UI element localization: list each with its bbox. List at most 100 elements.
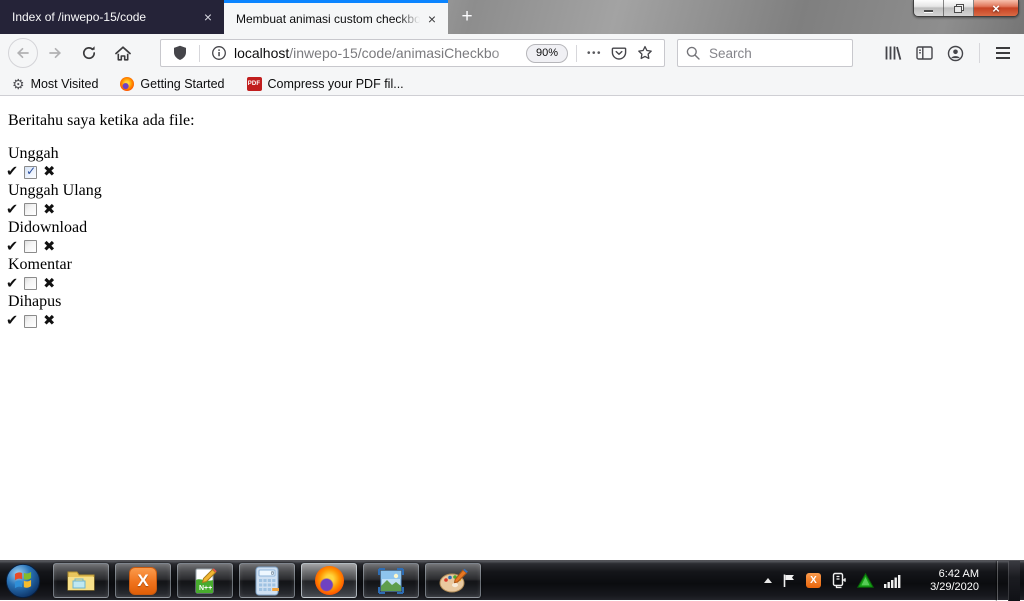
svg-text:N++: N++ bbox=[199, 585, 212, 592]
taskbar-xampp-button[interactable]: X bbox=[115, 563, 171, 598]
photo-viewer-icon bbox=[378, 567, 404, 594]
forward-button[interactable] bbox=[42, 40, 68, 66]
url-text[interactable]: localhost/inwepo-15/code/animasiCheckbo bbox=[232, 45, 524, 61]
smadav-antivirus-icon[interactable] bbox=[857, 573, 874, 588]
check-mark-icon[interactable]: ✔ bbox=[6, 164, 18, 180]
bookmark-compress-pdf[interactable]: PDF Compress your PDF fil... bbox=[246, 76, 404, 91]
svg-text:0: 0 bbox=[271, 571, 274, 577]
taskbar-calculator-button[interactable]: 0 bbox=[239, 563, 295, 598]
reload-button[interactable] bbox=[76, 40, 102, 66]
library-icon[interactable] bbox=[884, 45, 902, 61]
page-actions-icon[interactable]: ••• bbox=[587, 48, 602, 59]
power-plug-icon[interactable] bbox=[831, 572, 847, 589]
tab-close-icon[interactable]: × bbox=[200, 9, 216, 25]
tab-title: Membuat animasi custom checkbo bbox=[236, 11, 420, 26]
pocket-icon[interactable] bbox=[611, 46, 627, 61]
bookmark-getting-started[interactable]: Getting Started bbox=[120, 76, 225, 91]
site-info-icon[interactable] bbox=[211, 45, 227, 61]
check-mark-icon[interactable]: ✔ bbox=[6, 276, 18, 292]
search-icon bbox=[686, 46, 700, 60]
checkbox-unggah-ulang[interactable] bbox=[24, 203, 38, 217]
tray-separator bbox=[997, 560, 998, 601]
navigation-toolbar: localhost/inwepo-15/code/animasiCheckbo … bbox=[0, 34, 1024, 72]
checkbox-didownload[interactable] bbox=[24, 240, 38, 254]
cross-mark-icon[interactable]: ✖ bbox=[43, 313, 55, 329]
pdf-icon: PDF bbox=[246, 76, 262, 91]
item-row-komentar: ✔ ✖ bbox=[6, 275, 1024, 294]
check-mark-icon[interactable]: ✔ bbox=[6, 202, 18, 218]
tab-close-icon[interactable]: × bbox=[424, 11, 440, 27]
action-center-flag-icon[interactable] bbox=[782, 573, 796, 588]
windows-explorer-icon bbox=[67, 571, 95, 591]
checkbox-komentar[interactable] bbox=[24, 277, 38, 291]
cross-mark-icon[interactable]: ✖ bbox=[43, 164, 55, 180]
item-label-unggah-ulang: Unggah Ulang bbox=[8, 181, 102, 199]
taskbar-windows-explorer-button[interactable] bbox=[53, 563, 109, 598]
zoom-level-badge[interactable]: 90% bbox=[525, 43, 568, 63]
notepad-plus-plus-icon: N++ bbox=[195, 567, 217, 593]
restore-icon bbox=[953, 3, 964, 13]
new-tab-button[interactable]: + bbox=[452, 0, 482, 34]
gear-icon: ⚙ bbox=[12, 75, 25, 92]
back-button[interactable] bbox=[8, 38, 38, 68]
forward-arrow-icon bbox=[49, 47, 62, 59]
windows-taskbar: X N++ 0 X 6:42 AM 3/29/2020 bbox=[0, 560, 1024, 601]
menu-icon[interactable] bbox=[996, 47, 1010, 59]
account-icon[interactable] bbox=[947, 45, 964, 62]
tab-membuat-animasi[interactable]: Membuat animasi custom checkbo × bbox=[224, 0, 448, 34]
window-controls: × bbox=[913, 0, 1019, 17]
calculator-icon: 0 bbox=[255, 566, 279, 595]
search-input[interactable] bbox=[707, 44, 827, 62]
toolbar-icons bbox=[877, 43, 1018, 63]
cross-mark-icon[interactable]: ✖ bbox=[43, 239, 55, 255]
tab-title: Index of /inwepo-15/code bbox=[12, 10, 196, 24]
cross-mark-icon[interactable]: ✖ bbox=[43, 202, 55, 218]
url-host: localhost bbox=[234, 45, 290, 61]
minimize-button[interactable] bbox=[914, 0, 944, 16]
taskbar-paint-button[interactable] bbox=[425, 563, 481, 598]
checkbox-dihapus[interactable] bbox=[24, 314, 38, 328]
home-button[interactable] bbox=[110, 40, 136, 66]
taskbar-firefox-button[interactable] bbox=[301, 563, 357, 598]
taskbar-photo-viewer-button[interactable] bbox=[363, 563, 419, 598]
close-button[interactable]: × bbox=[974, 0, 1018, 16]
tracking-shield-icon[interactable] bbox=[172, 45, 188, 61]
bookmark-star-icon[interactable] bbox=[637, 45, 653, 61]
sidebars-icon[interactable] bbox=[916, 45, 933, 61]
firefox-icon bbox=[120, 76, 135, 91]
home-icon bbox=[115, 45, 131, 61]
taskbar-notepad-plus-plus-button[interactable]: N++ bbox=[177, 563, 233, 598]
item-row-dihapus: ✔ ✖ bbox=[6, 312, 1024, 331]
bookmark-label: Getting Started bbox=[140, 76, 225, 91]
cross-mark-icon[interactable]: ✖ bbox=[43, 276, 55, 292]
url-bar[interactable]: localhost/inwepo-15/code/animasiCheckbo … bbox=[160, 39, 665, 67]
bookmarks-toolbar: ⚙ Most Visited Getting Started PDF Compr… bbox=[0, 72, 1024, 96]
urlbar-separator bbox=[575, 44, 577, 62]
back-arrow-icon bbox=[16, 47, 29, 59]
xampp-tray-icon[interactable]: X bbox=[806, 573, 821, 588]
item-label-unggah: Unggah bbox=[8, 144, 59, 162]
show-hidden-icons-icon[interactable] bbox=[764, 578, 772, 583]
check-mark-icon[interactable]: ✔ bbox=[6, 313, 18, 329]
titlebar: Index of /inwepo-15/code × Membuat anima… bbox=[0, 0, 1024, 34]
item-row-didownload: ✔ ✖ bbox=[6, 237, 1024, 256]
taskbar-apps: X N++ 0 bbox=[53, 563, 481, 598]
item-label-komentar: Komentar bbox=[8, 256, 72, 274]
bookmark-label: Compress your PDF fil... bbox=[267, 76, 404, 91]
network-signal-icon[interactable] bbox=[884, 574, 901, 588]
reload-icon bbox=[82, 46, 96, 60]
windows-logo-icon bbox=[5, 563, 41, 598]
tab-index-of-code[interactable]: Index of /inwepo-15/code × bbox=[0, 0, 224, 34]
bookmark-most-visited[interactable]: ⚙ Most Visited bbox=[12, 77, 98, 91]
maximize-button[interactable] bbox=[944, 0, 974, 16]
page-intro-text: Beritahu saya ketika ada file: bbox=[8, 112, 195, 129]
taskbar-clock[interactable]: 6:42 AM 3/29/2020 bbox=[917, 568, 979, 594]
checkbox-unggah[interactable] bbox=[24, 164, 38, 179]
xampp-icon: X bbox=[129, 566, 157, 595]
start-button[interactable] bbox=[0, 561, 46, 601]
search-bar[interactable] bbox=[677, 39, 853, 67]
show-desktop-button[interactable] bbox=[1008, 560, 1020, 601]
system-tray: X 6:42 AM 3/29/2020 bbox=[764, 560, 1024, 601]
check-mark-icon[interactable]: ✔ bbox=[6, 239, 18, 255]
item-row-unggah: ✔ ✖ bbox=[6, 163, 1024, 182]
